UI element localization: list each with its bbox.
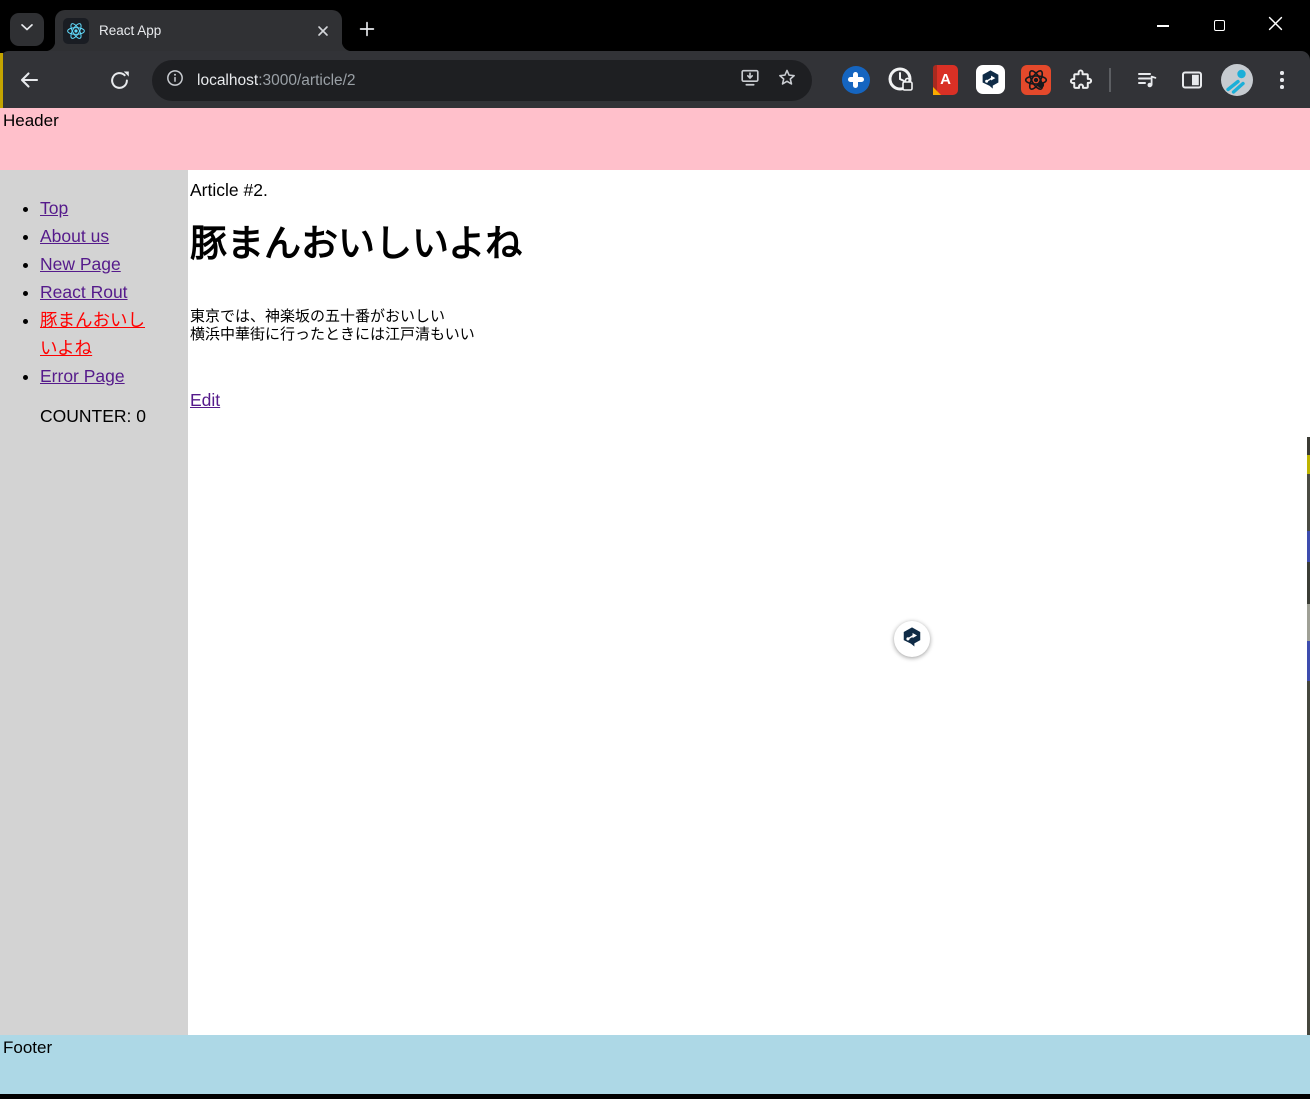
browser-window: React App xyxy=(0,0,1310,1099)
ext-gauge-lock-icon[interactable] xyxy=(885,64,916,95)
nav-item: About us xyxy=(40,222,158,250)
forward-button[interactable] xyxy=(60,67,86,93)
tab-search-button[interactable] xyxy=(10,13,44,46)
media-controls-icon[interactable] xyxy=(1131,64,1163,96)
ext-react-devtools-icon[interactable] xyxy=(1020,64,1051,95)
article-body-line: 東京では、神楽坂の五十番がおいしい xyxy=(190,308,1310,326)
tab-title: React App xyxy=(99,23,313,38)
tab-strip: React App xyxy=(0,0,1310,51)
profile-avatar[interactable] xyxy=(1221,64,1253,96)
nav-item: React Rout xyxy=(40,278,158,306)
article-main: Article #2. 豚まんおいしいよね 東京では、神楽坂の五十番がおいしい … xyxy=(188,170,1310,1035)
ext-red-dictionary-icon[interactable]: A xyxy=(930,64,961,95)
window-controls xyxy=(1135,0,1303,51)
chevron-down-icon xyxy=(17,17,37,42)
url-path: :3000/article/2 xyxy=(258,72,355,89)
ext-blue-plus-icon[interactable] xyxy=(840,64,871,95)
article-body: 東京では、神楽坂の五十番がおいしい 横浜中華街に行ったときには江戸清もいい xyxy=(190,308,1310,343)
sidebar-item-react-rout[interactable]: React Rout xyxy=(40,282,128,302)
install-app-icon[interactable] xyxy=(739,67,761,94)
toolbar-right-cluster xyxy=(1131,64,1298,96)
minimize-icon xyxy=(1157,25,1169,27)
bookmark-star-icon[interactable] xyxy=(776,67,798,94)
ext-deepl-icon[interactable] xyxy=(975,64,1006,95)
article-body-line: 横浜中華街に行ったときには江戸清もいい xyxy=(190,326,1310,344)
maximize-icon xyxy=(1214,20,1225,31)
extensions-puzzle-icon[interactable] xyxy=(1065,64,1096,95)
article-title: 豚まんおいしいよね xyxy=(190,222,1310,266)
maximize-button[interactable] xyxy=(1191,0,1247,51)
close-icon xyxy=(1268,16,1283,36)
deepl-translate-icon xyxy=(901,626,923,653)
page-footer: Footer xyxy=(0,1035,1310,1094)
tab-close-icon[interactable] xyxy=(313,21,332,40)
address-bar[interactable]: localhost:3000/article/2 xyxy=(152,60,812,101)
nav-list: Top About us New Page React Rout 豚まんおいしい… xyxy=(0,194,188,390)
header-label: Header xyxy=(3,111,59,130)
sidebar-item-about-us[interactable]: About us xyxy=(40,226,109,246)
minimize-button[interactable] xyxy=(1135,0,1191,51)
react-logo-icon xyxy=(63,18,89,44)
edit-link[interactable]: Edit xyxy=(190,390,220,411)
side-panel-icon[interactable] xyxy=(1176,64,1208,96)
background-window-sliver-left xyxy=(0,53,3,108)
site-info-icon[interactable] xyxy=(165,68,185,93)
nav-item: 豚まんおいしいよね xyxy=(40,306,158,362)
deepl-translate-float-button[interactable] xyxy=(894,621,930,657)
nav-item: Error Page xyxy=(40,362,158,390)
sidebar-item-top[interactable]: Top xyxy=(40,198,68,218)
content-row: Top About us New Page React Rout 豚まんおいしい… xyxy=(0,170,1310,1035)
reload-button[interactable] xyxy=(106,67,132,93)
footer-label: Footer xyxy=(3,1038,52,1057)
nav-item: Top xyxy=(40,194,158,222)
sidebar-nav: Top About us New Page React Rout 豚まんおいしい… xyxy=(0,170,188,1035)
new-tab-button[interactable] xyxy=(351,13,383,45)
toolbar-separator xyxy=(1109,68,1111,92)
sidebar-item-error-page[interactable]: Error Page xyxy=(40,366,125,386)
browser-tab[interactable]: React App xyxy=(55,10,342,51)
page-header: Header xyxy=(0,108,1310,170)
url-host: localhost xyxy=(197,72,258,89)
article-number: Article #2. xyxy=(190,180,1310,201)
sidebar-item-new-page[interactable]: New Page xyxy=(40,254,121,274)
url-text[interactable]: localhost:3000/article/2 xyxy=(197,72,739,90)
extension-icons: A xyxy=(840,64,1096,95)
sidebar-item-butaman-active[interactable]: 豚まんおいしいよね xyxy=(40,310,145,358)
browser-toolbar: localhost:3000/article/2 xyxy=(0,51,1310,108)
counter-label: COUNTER: 0 xyxy=(0,406,188,427)
web-page: Header Top About us New Page React Rout … xyxy=(0,108,1310,1094)
menu-dots-icon[interactable] xyxy=(1266,64,1298,96)
back-button[interactable] xyxy=(16,67,42,93)
nav-item: New Page xyxy=(40,250,158,278)
close-button[interactable] xyxy=(1247,0,1303,51)
